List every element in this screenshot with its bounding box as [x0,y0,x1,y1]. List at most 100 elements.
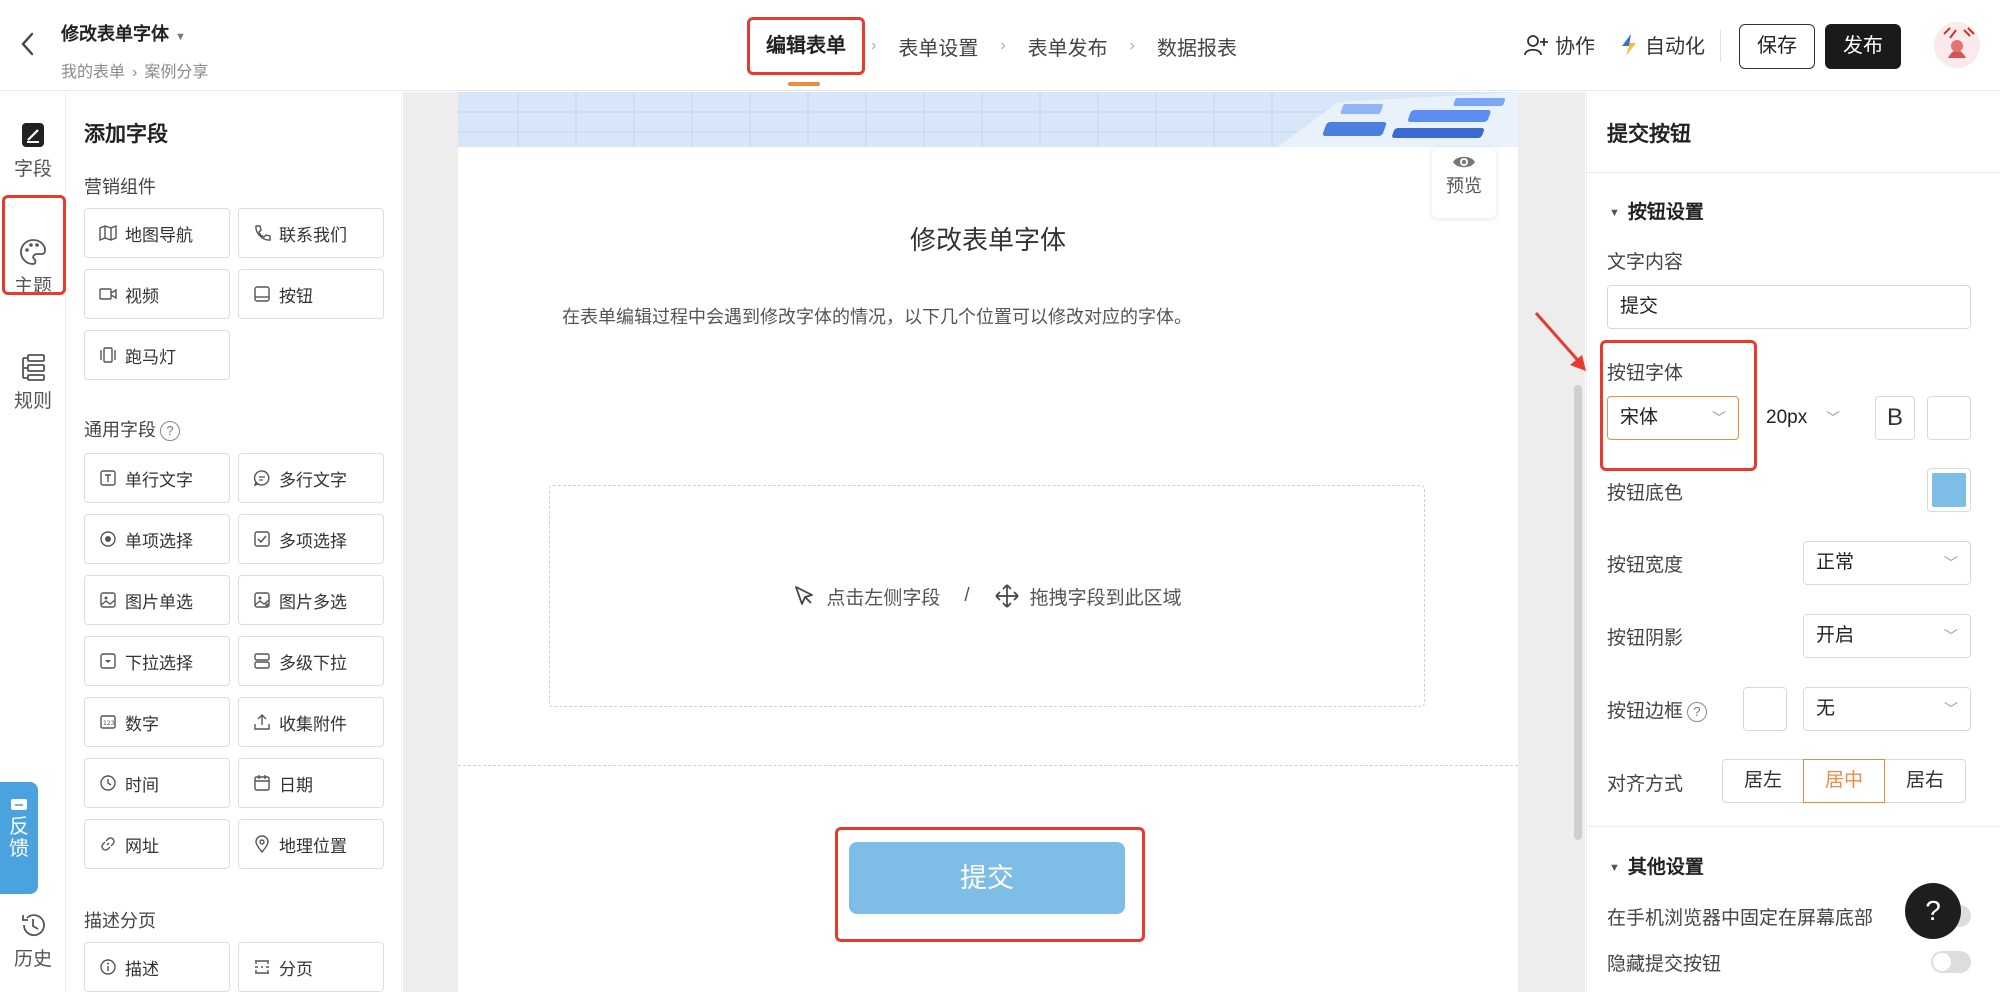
page-title[interactable]: 修改表单字体 [61,24,169,44]
back-button[interactable] [14,30,42,62]
field-single-line[interactable]: 单行文字 [84,453,230,503]
field-number[interactable]: 123 数字 [84,697,230,747]
border-select[interactable]: 无 ﹀ [1803,687,1971,731]
field-multi-line[interactable]: 多行文字 [238,453,384,503]
rail-item-fields[interactable]: 字段 [0,120,66,181]
align-left-option[interactable]: 居左 [1722,759,1804,803]
step-arrow-icon: › [1129,37,1135,54]
field-video[interactable]: 视频 [84,269,230,319]
section-other-settings[interactable]: ▼ 其他设置 [1609,852,1704,879]
field-drop-zone[interactable]: 点击左侧字段 / 拖拽字段到此区域 [549,485,1425,707]
form-description[interactable]: 在表单编辑过程中会遇到修改字体的情况，以下几个位置可以修改对应的字体。 [562,303,1192,329]
field-time[interactable]: 时间 [84,758,230,808]
bold-toggle[interactable]: B [1875,396,1915,440]
section-button-settings[interactable]: ▼ 按钮设置 [1609,197,1704,224]
shadow-select[interactable]: 开启 ﹀ [1803,614,1971,658]
field-image-single[interactable]: 图片单选 [84,575,230,625]
field-pagination[interactable]: 分页 [238,942,384,992]
title-block: 修改表单字体 ▼ 我的表单 › 案例分享 [61,20,208,82]
width-select[interactable]: 正常 ﹀ [1803,541,1971,585]
help-circle-icon[interactable]: ? [1687,701,1708,722]
align-label: 对齐方式 [1607,774,1684,795]
field-description[interactable]: 描述 [84,942,230,992]
top-header: 修改表单字体 ▼ 我的表单 › 案例分享 编辑表单 › 表单设置 › 表单发布 › 数… [0,0,2000,91]
font-size-value: 20px [1766,407,1808,428]
align-center-option[interactable]: 居中 [1803,759,1885,803]
breadcrumb: 我的表单 › 案例分享 [61,58,208,82]
step-arrow-icon: › [1000,37,1006,54]
field-url[interactable]: 网址 [84,819,230,869]
field-cascade-dropdown[interactable]: 多级下拉 [238,636,384,686]
tab-form-settings[interactable]: 表单设置 [882,32,994,61]
tab-data-report[interactable]: 数据报表 [1141,32,1253,61]
annotation-arrow-icon [1534,312,1586,371]
publish-button[interactable]: 发布 [1825,24,1901,69]
font-color-swatch[interactable] [1927,396,1971,440]
breadcrumb-case-share[interactable]: 案例分享 [144,64,208,81]
breadcrumb-my-forms[interactable]: 我的表单 [61,64,125,81]
chevron-down-icon: ﹀ [1826,410,1840,426]
panel-title: 添加字段 [84,123,168,146]
link-icon [99,835,117,853]
bg-color-swatch[interactable] [1927,468,1971,512]
field-location[interactable]: 地理位置 [238,819,384,869]
tab-edit-form[interactable]: 编辑表单 [747,17,865,86]
field-label: 多行文字 [279,470,347,490]
help-circle-icon[interactable]: ? [160,421,180,442]
group-title-desc-page: 描述分页 [84,911,156,931]
canvas-scrollbar[interactable] [1574,385,1582,840]
field-attachment[interactable]: 收集附件 [238,697,384,747]
field-label: 图片多选 [279,592,347,612]
group-title-general: 通用字段? [84,416,180,442]
border-color-swatch[interactable] [1743,687,1787,731]
group-title-text: 通用字段 [84,420,156,440]
submit-button[interactable]: 提交 [849,842,1125,914]
field-label: 地图导航 [125,225,193,245]
hide-submit-toggle[interactable] [1931,951,1971,973]
preview-button[interactable]: 预览 [1432,148,1496,218]
collaborate-button[interactable]: 协作 [1523,30,1595,59]
bg-color-label: 按钮底色 [1607,483,1684,504]
field-label: 数字 [125,714,159,734]
field-label: 分页 [279,959,313,979]
field-map-nav[interactable]: 地图导航 [84,208,230,258]
field-contact-us[interactable]: 联系我们 [238,208,384,258]
breadcrumb-separator-icon: › [132,64,138,81]
dropdown-box-icon [99,652,117,670]
move-icon [995,584,1019,608]
automation-button[interactable]: 自动化 [1619,30,1705,59]
fixed-bottom-label: 在手机浏览器中固定在屏幕底部 [1607,908,1874,929]
text-content-input[interactable]: 提交 [1607,285,1971,329]
calendar-icon [253,774,271,792]
save-button[interactable]: 保存 [1739,24,1815,69]
align-right-option[interactable]: 居右 [1884,759,1966,803]
field-button[interactable]: 按钮 [238,269,384,319]
title-dropdown-icon[interactable]: ▼ [175,31,186,43]
automation-label: 自动化 [1645,36,1705,58]
video-icon [99,285,117,303]
section-title: 按钮设置 [1627,202,1704,223]
shadow-label: 按钮阴影 [1607,628,1684,649]
field-image-multi[interactable]: 图片多选 [238,575,384,625]
rail-label-fields: 字段 [13,159,52,180]
field-single-choice[interactable]: 单项选择 [84,514,230,564]
field-multi-choice[interactable]: 多项选择 [238,514,384,564]
image-icon [99,591,117,609]
map-icon [99,224,117,242]
avatar[interactable] [1934,22,1980,68]
field-marquee[interactable]: 跑马灯 [84,330,230,380]
rail-item-history[interactable]: 历史 [0,910,66,971]
tab-form-publish[interactable]: 表单发布 [1012,32,1124,61]
rail-item-rules[interactable]: 规则 [0,352,66,413]
chevron-down-icon: ﹀ [1944,555,1958,571]
upload-icon [253,713,271,731]
field-date[interactable]: 日期 [238,758,384,808]
font-size-select[interactable]: 20px ﹀ [1753,396,1853,440]
feedback-button[interactable]: 反馈 [0,782,38,894]
field-label: 描述 [125,959,159,979]
form-title[interactable]: 修改表单字体 [458,220,1518,257]
field-label: 图片单选 [125,592,193,612]
border-value: 无 [1816,698,1836,719]
help-button[interactable]: ? [1905,883,1961,939]
field-dropdown[interactable]: 下拉选择 [84,636,230,686]
